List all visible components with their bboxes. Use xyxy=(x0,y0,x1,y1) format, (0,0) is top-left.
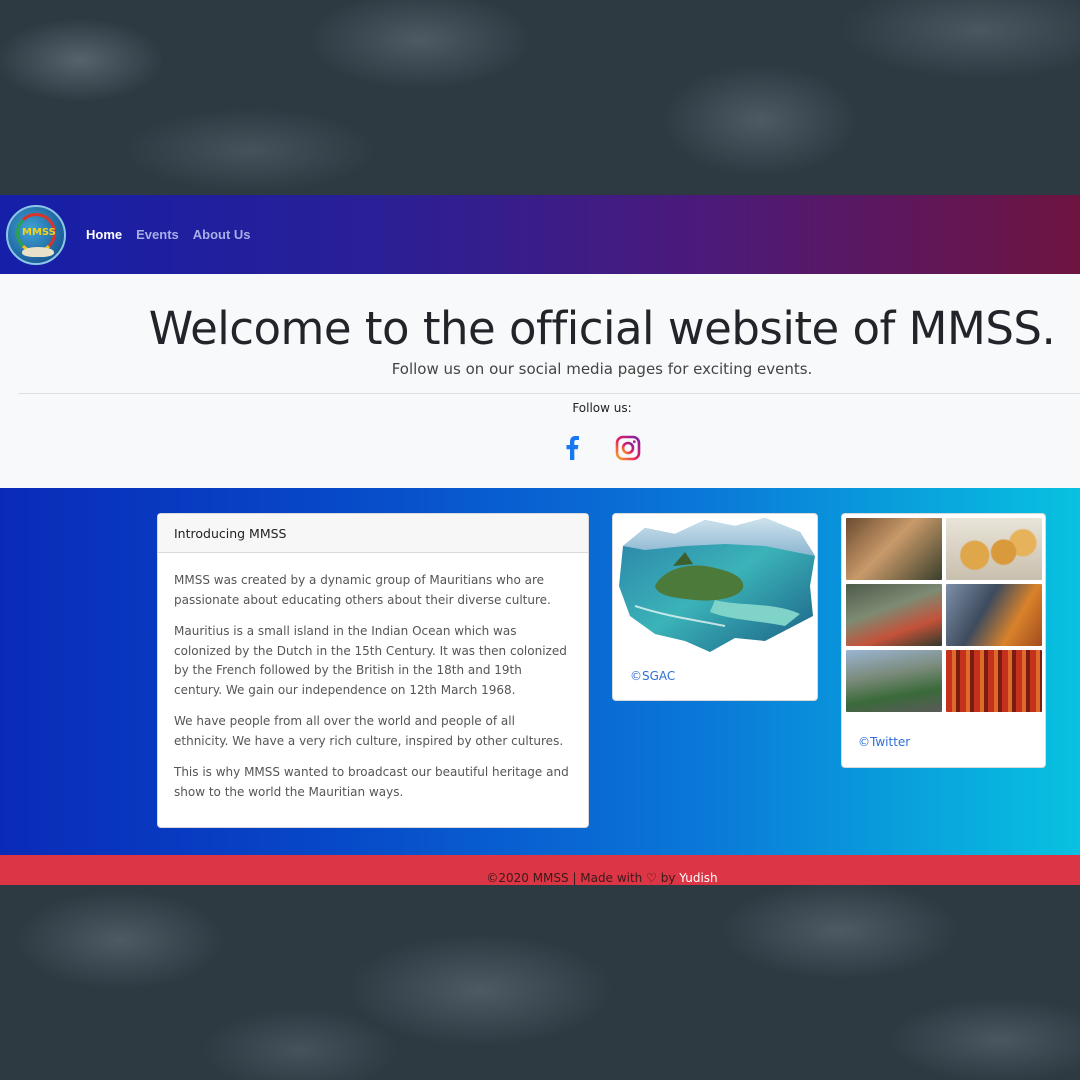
food-collage-image xyxy=(846,518,1042,714)
footer-author-link[interactable]: Yudish xyxy=(679,871,717,885)
food-collage-card: ©Twitter xyxy=(841,513,1046,768)
intro-paragraph: MMSS was created by a dynamic group of M… xyxy=(174,573,551,607)
content-band: Introducing MMSS MMSS was created by a d… xyxy=(0,488,1080,855)
intro-card-body: MMSS was created by a dynamic group of M… xyxy=(158,553,588,832)
intro-paragraph: Mauritius is a small island in the India… xyxy=(174,624,567,697)
page-title: Welcome to the official website of MMSS. xyxy=(148,302,1056,355)
intro-paragraph: We have people from all over the world a… xyxy=(174,714,564,748)
nav-link-about-us[interactable]: About Us xyxy=(193,227,251,242)
mmss-logo[interactable]: MMSS xyxy=(6,204,66,265)
follow-label: Follow us: xyxy=(572,401,632,415)
heart-icon: ♡ xyxy=(646,871,657,885)
nav-link-events[interactable]: Events xyxy=(136,227,179,242)
collage-photo xyxy=(846,650,942,712)
footer: ©2020 MMSS | Made with ♡ by Yudish xyxy=(0,855,1080,885)
logo-text: MMSS xyxy=(22,226,56,238)
navbar: MMSS Home Events About Us xyxy=(0,195,1080,274)
instagram-icon[interactable] xyxy=(614,434,642,462)
collage-photo xyxy=(946,584,1042,646)
intro-card: Introducing MMSS MMSS was created by a d… xyxy=(157,513,589,828)
island-image-card: ©SGAC xyxy=(612,513,818,701)
hero-lead: Follow us on our social media pages for … xyxy=(391,360,813,378)
collage-photo xyxy=(846,518,942,580)
nav-links: Home Events About Us xyxy=(86,227,251,242)
hero-jumbotron: Welcome to the official website of MMSS.… xyxy=(0,274,1080,488)
nav-link-home[interactable]: Home xyxy=(86,227,122,242)
logo-base xyxy=(22,246,54,257)
footer-by: by xyxy=(660,871,676,885)
collage-photo xyxy=(946,518,1042,580)
divider xyxy=(18,393,1080,394)
footer-copyright: ©2020 MMSS | Made with xyxy=(486,871,643,885)
image-credit-twitter[interactable]: ©Twitter xyxy=(858,735,910,749)
facebook-icon[interactable] xyxy=(560,434,588,462)
collage-photo xyxy=(846,584,942,646)
footer-text: ©2020 MMSS | Made with ♡ by Yudish xyxy=(0,871,1080,885)
intro-card-header: Introducing MMSS xyxy=(158,514,588,553)
collage-photo xyxy=(946,650,1042,712)
mauritius-island-image xyxy=(619,518,815,652)
image-credit-sgac[interactable]: ©SGAC xyxy=(630,669,675,683)
intro-paragraph: This is why MMSS wanted to broadcast our… xyxy=(174,765,569,799)
